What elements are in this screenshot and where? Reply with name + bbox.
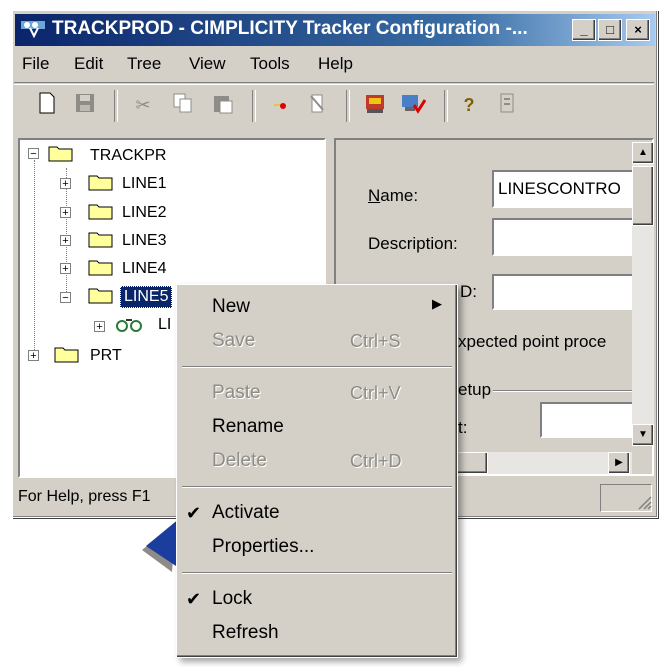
menu-edit[interactable]: Edit bbox=[74, 54, 103, 74]
checkmark-icon: ✔ bbox=[186, 589, 202, 609]
minimize-button[interactable]: _ bbox=[572, 19, 596, 41]
paste-icon[interactable] bbox=[210, 92, 236, 118]
expand-icon[interactable]: + bbox=[60, 235, 71, 247]
expand-icon[interactable]: + bbox=[60, 178, 71, 190]
folder-open-icon bbox=[48, 144, 74, 162]
folder-icon bbox=[88, 173, 114, 191]
cut-icon[interactable]: ✂ bbox=[130, 92, 156, 118]
tree-node-trackpr[interactable]: TRACKPR bbox=[90, 147, 166, 165]
new-icon[interactable] bbox=[34, 92, 60, 118]
expand-icon[interactable]: + bbox=[60, 263, 71, 275]
collapse-icon[interactable]: − bbox=[60, 292, 71, 304]
paste-shortcut: Ctrl+V bbox=[350, 383, 401, 403]
menu-item-delete[interactable]: Delete bbox=[212, 450, 267, 472]
toolbar-separator bbox=[114, 90, 118, 122]
resize-grip-icon[interactable] bbox=[636, 494, 652, 510]
tree-node-line5-selected[interactable]: LINE5 bbox=[120, 286, 173, 308]
expand-icon[interactable]: + bbox=[28, 350, 39, 362]
menu-item-rename[interactable]: Rename bbox=[212, 416, 284, 438]
menu-item-activate[interactable]: Activate bbox=[212, 502, 280, 524]
scroll-up-icon[interactable]: ▲ bbox=[632, 142, 654, 164]
setup-field[interactable] bbox=[540, 402, 636, 438]
expand-icon[interactable]: + bbox=[94, 321, 105, 333]
insert-icon[interactable] bbox=[268, 92, 294, 118]
menu-item-refresh[interactable]: Refresh bbox=[212, 622, 279, 644]
menu-view[interactable]: View bbox=[189, 54, 226, 74]
menu-tools[interactable]: Tools bbox=[250, 54, 290, 74]
tree-line bbox=[34, 160, 35, 356]
name-field[interactable]: LINESCONTRO bbox=[492, 170, 636, 208]
app-icon bbox=[20, 18, 46, 40]
status-text: For Help, press F1 bbox=[18, 488, 151, 505]
toolbar-separator bbox=[346, 90, 350, 122]
menu-separator bbox=[182, 572, 452, 574]
third-field-label: D: bbox=[460, 282, 477, 301]
toolbar-separator bbox=[252, 90, 256, 122]
menu-file[interactable]: File bbox=[22, 54, 49, 74]
info-icon[interactable] bbox=[494, 92, 520, 118]
save-shortcut: Ctrl+S bbox=[350, 331, 401, 351]
tree-node-prt[interactable]: PRT bbox=[90, 347, 122, 365]
expand-icon[interactable]: + bbox=[60, 207, 71, 219]
toolbar-separator bbox=[444, 90, 448, 122]
menu-separator bbox=[182, 366, 452, 368]
help-icon[interactable]: ? bbox=[456, 92, 482, 118]
tree-node-line4[interactable]: LINE4 bbox=[122, 260, 166, 278]
menu-item-save[interactable]: Save bbox=[212, 330, 255, 352]
description-label: Description: bbox=[368, 234, 458, 253]
folder-open-icon bbox=[88, 286, 114, 304]
delete-icon[interactable] bbox=[304, 92, 330, 118]
submenu-arrow-icon: ▶ bbox=[432, 296, 442, 311]
save-icon[interactable] bbox=[72, 92, 98, 118]
scroll-right-icon[interactable]: ▶ bbox=[608, 452, 630, 474]
folder-icon bbox=[88, 202, 114, 220]
folder-icon bbox=[88, 230, 114, 248]
folder-icon bbox=[54, 345, 80, 363]
delete-shortcut: Ctrl+D bbox=[350, 451, 402, 471]
collapse-icon[interactable]: − bbox=[28, 148, 39, 160]
tree-node-line3[interactable]: LINE3 bbox=[122, 232, 166, 250]
third-field[interactable] bbox=[492, 274, 636, 310]
menu-help[interactable]: Help bbox=[318, 54, 353, 74]
window-title: TRACKPROD - CIMPLICITY Tracker Configura… bbox=[52, 18, 528, 39]
menu-item-new[interactable]: New bbox=[212, 296, 250, 318]
folder-icon bbox=[88, 258, 114, 276]
menu-tree[interactable]: Tree bbox=[127, 54, 161, 74]
scroll-thumb[interactable] bbox=[632, 166, 654, 226]
scroll-down-icon[interactable]: ▼ bbox=[632, 424, 654, 446]
menu-item-lock[interactable]: Lock bbox=[212, 588, 252, 610]
expected-point-checkbox-label[interactable]: xpected point proce bbox=[458, 332, 606, 352]
checkmark-icon: ✔ bbox=[186, 503, 202, 523]
maximize-button[interactable]: □ bbox=[598, 19, 622, 41]
name-label-text: ame: bbox=[380, 186, 419, 205]
tree-node-line2[interactable]: LINE2 bbox=[122, 204, 166, 222]
menu-separator bbox=[182, 486, 452, 488]
setup-group-label: etup bbox=[458, 380, 494, 400]
database-icon[interactable] bbox=[362, 92, 388, 118]
description-field[interactable] bbox=[492, 218, 636, 256]
activate-icon[interactable] bbox=[400, 92, 427, 118]
close-button[interactable]: × bbox=[626, 19, 650, 41]
menu-item-properties[interactable]: Properties... bbox=[212, 536, 314, 558]
copy-icon[interactable] bbox=[170, 92, 196, 118]
name-label: Name: bbox=[368, 186, 419, 205]
tree-node-line1[interactable]: LINE1 bbox=[122, 175, 166, 193]
setup-field-label: t: bbox=[458, 418, 468, 437]
menu-item-paste[interactable]: Paste bbox=[212, 382, 261, 404]
toolbar-divider bbox=[14, 82, 654, 85]
tracker-icon bbox=[112, 314, 150, 334]
tree-node-child[interactable]: LI bbox=[158, 316, 171, 334]
